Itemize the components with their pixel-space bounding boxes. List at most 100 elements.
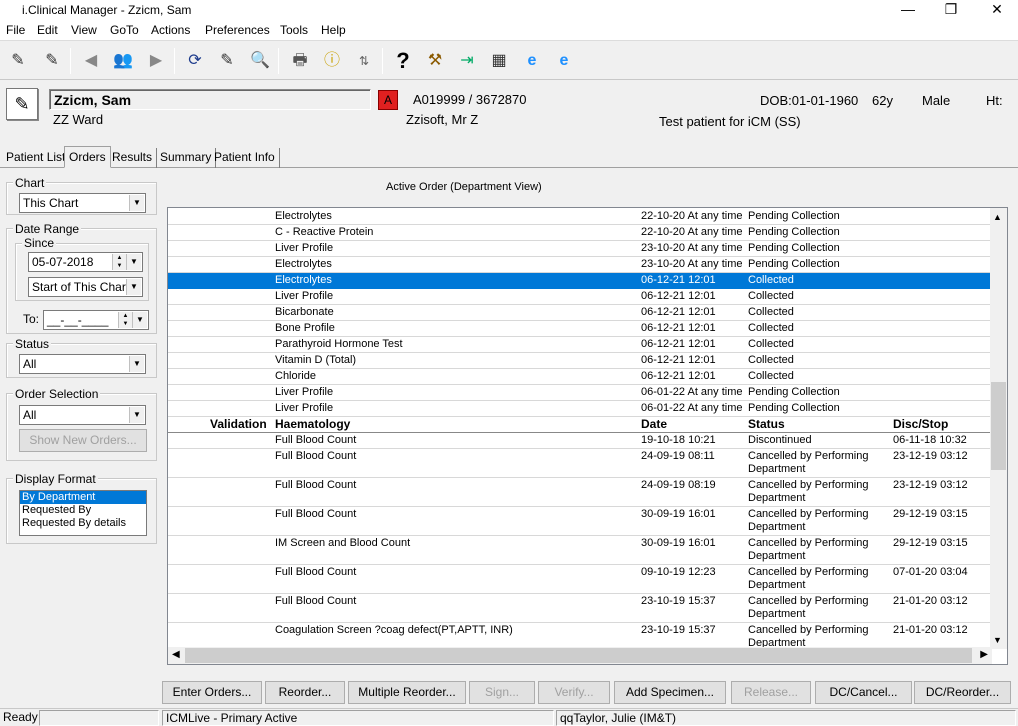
- spin-updown-icon[interactable]: ▲ ▼: [118, 312, 132, 328]
- order-selection-select[interactable]: All ▼: [19, 405, 146, 425]
- to-date-field[interactable]: __-__-____ ▲ ▼ ▼: [43, 310, 149, 330]
- menu-edit[interactable]: Edit: [37, 23, 58, 37]
- vertical-scrollbar[interactable]: ▲ ▼: [990, 208, 1007, 649]
- menu-goto[interactable]: GoTo: [110, 23, 139, 37]
- patients-group-icon[interactable]: 👥: [110, 48, 136, 74]
- since-label: Since: [22, 236, 57, 250]
- order-date: 22-10-20 At any time: [641, 210, 743, 222]
- minimize-button[interactable]: —: [894, 1, 922, 19]
- order-row[interactable]: Liver Profile 06-12-21 12:01 Collected: [168, 289, 992, 305]
- reorder-button[interactable]: Reorder...: [265, 681, 345, 704]
- patient-ids: A019999 / 3672870: [413, 92, 527, 107]
- menu-actions[interactable]: Actions: [151, 23, 190, 37]
- add-specimen-button[interactable]: Add Specimen...: [614, 681, 726, 704]
- order-row[interactable]: Vitamin D (Total) 06-12-21 12:01 Collected: [168, 353, 992, 369]
- since-date-field[interactable]: 05-07-2018 ▲ ▼ ▼: [28, 252, 143, 272]
- order-name: Full Blood Count: [275, 595, 357, 607]
- patient-age: 62y: [872, 93, 893, 108]
- orders-grid[interactable]: Electrolytes 22-10-20 At any time Pending …: [167, 207, 1008, 665]
- sign-button[interactable]: Sign...: [469, 681, 535, 704]
- order-row[interactable]: Liver Profile 06-01-22 At any time Pending…: [168, 385, 992, 401]
- tab-results[interactable]: Results: [108, 148, 158, 168]
- order-row[interactable]: C - Reactive Protein 22-10-20 At any time…: [168, 225, 992, 241]
- search-icon[interactable]: 🔍: [247, 48, 273, 74]
- display-option-requested-by-details[interactable]: Requested By details: [20, 517, 146, 530]
- order-status-line2: Department: [748, 521, 806, 533]
- enter-orders-button[interactable]: Enter Orders...: [162, 681, 262, 704]
- tab-summary[interactable]: Summary: [156, 148, 217, 168]
- sort-icon[interactable]: ⇅: [351, 48, 377, 74]
- order-row[interactable]: Full Blood Count 09-10-19 12:23 Cancelled …: [168, 565, 992, 594]
- order-row[interactable]: Full Blood Count 30-09-19 16:01 Cancelled …: [168, 507, 992, 536]
- dc-cancel-button[interactable]: DC/Cancel...: [815, 681, 912, 704]
- chevron-down-icon[interactable]: ▼: [993, 635, 1002, 645]
- order-name: Liver Profile: [275, 290, 334, 302]
- tools-icon[interactable]: ⚒: [422, 48, 448, 74]
- chart-select[interactable]: This Chart ▼: [19, 193, 146, 213]
- maximize-button[interactable]: ❐: [937, 1, 965, 19]
- order-row[interactable]: Electrolytes 06-12-21 12:01 Collected: [168, 273, 992, 289]
- previous-patient-icon[interactable]: ◀: [78, 48, 104, 74]
- refresh-icon[interactable]: ⟳: [182, 48, 208, 74]
- chevron-up-icon[interactable]: ▲: [993, 212, 1002, 222]
- order-row[interactable]: Electrolytes 22-10-20 At any time Pending …: [168, 209, 992, 225]
- menu-help[interactable]: Help: [321, 23, 346, 37]
- order-row[interactable]: Bone Profile 06-12-21 12:01 Collected: [168, 321, 992, 337]
- chevron-down-icon: ▼: [129, 195, 144, 211]
- verify-button[interactable]: Verify...: [538, 681, 610, 704]
- tab-patient-info[interactable]: Patient Info: [210, 148, 280, 168]
- order-row[interactable]: Full Blood Count 24-09-19 08:11 Cancelled …: [168, 449, 992, 478]
- order-row[interactable]: IM Screen and Blood Count 30-09-19 16:01 C…: [168, 536, 992, 565]
- dc-reorder-button[interactable]: DC/Reorder...: [914, 681, 1011, 704]
- multiple-reorder-button[interactable]: Multiple Reorder...: [348, 681, 466, 704]
- chevron-down-icon[interactable]: ▼: [132, 312, 147, 328]
- next-patient-icon[interactable]: ▶: [143, 48, 169, 74]
- since-mode-select[interactable]: Start of This Chart ▼: [28, 277, 143, 297]
- horizontal-scrollbar[interactable]: ◀ ▶: [168, 647, 992, 664]
- display-option-requested-by[interactable]: Requested By: [20, 504, 146, 517]
- order-row[interactable]: Full Blood Count 23-10-19 15:37 Cancelled …: [168, 594, 992, 623]
- display-format-list[interactable]: By Department Requested By Requested By …: [19, 490, 147, 536]
- order-row[interactable]: Coagulation Screen ?coag defect(PT,APTT,…: [168, 623, 992, 649]
- show-new-orders-button[interactable]: Show New Orders...: [19, 429, 147, 452]
- order-row[interactable]: Bicarbonate 06-12-21 12:01 Collected: [168, 305, 992, 321]
- calculator-icon[interactable]: ▦: [486, 48, 512, 74]
- edit-note-icon[interactable]: ✎: [214, 48, 240, 74]
- menu-view[interactable]: View: [71, 23, 97, 37]
- patient-notes-icon[interactable]: ✎: [6, 88, 38, 120]
- order-row[interactable]: Liver Profile 23-10-20 At any time Pending…: [168, 241, 992, 257]
- menu-file[interactable]: File: [6, 23, 25, 37]
- status-select[interactable]: All ▼: [19, 354, 146, 374]
- order-row[interactable]: Full Blood Count 19-10-18 10:21 Discontinu…: [168, 433, 992, 449]
- hscroll-thumb[interactable]: [185, 648, 972, 663]
- printer-icon[interactable]: 🖶: [287, 48, 313, 74]
- status-select-value: All: [23, 357, 37, 371]
- patient-chart-icon[interactable]: ✎: [39, 48, 65, 74]
- menu-tools[interactable]: Tools: [280, 23, 308, 37]
- exit-icon[interactable]: ⇥: [454, 48, 480, 74]
- chevron-down-icon[interactable]: ▼: [126, 254, 141, 270]
- order-row[interactable]: Liver Profile 06-01-22 At any time Pending…: [168, 401, 992, 417]
- release-button[interactable]: Release...: [731, 681, 811, 704]
- tab-patient-list[interactable]: Patient List: [2, 148, 71, 168]
- alert-badge[interactable]: A: [378, 90, 398, 110]
- browser-icon[interactable]: e: [519, 48, 545, 74]
- order-row[interactable]: Parathyroid Hormone Test 06-12-21 12:01 Co…: [168, 337, 992, 353]
- patient-list-icon[interactable]: ✎: [5, 48, 31, 74]
- info-icon[interactable]: ⓘ: [319, 48, 345, 74]
- chevron-right-icon[interactable]: ▶: [980, 649, 988, 660]
- order-row[interactable]: Chloride 06-12-21 12:01 Collected: [168, 369, 992, 385]
- display-option-by-department[interactable]: By Department: [20, 491, 146, 504]
- order-date: 06-12-21 12:01: [641, 322, 716, 334]
- spin-updown-icon[interactable]: ▲ ▼: [112, 254, 126, 270]
- browser-2-icon[interactable]: e: [551, 48, 577, 74]
- help-icon[interactable]: ?: [390, 48, 416, 74]
- chevron-left-icon[interactable]: ◀: [172, 649, 180, 660]
- close-button[interactable]: ✕: [983, 1, 1011, 19]
- menu-preferences[interactable]: Preferences: [205, 23, 270, 37]
- grid-title: Active Order (Department View): [386, 181, 542, 193]
- order-row[interactable]: Electrolytes 23-10-20 At any time Pending …: [168, 257, 992, 273]
- order-row[interactable]: Full Blood Count 24-09-19 08:19 Cancelled …: [168, 478, 992, 507]
- scroll-thumb[interactable]: [991, 382, 1006, 470]
- tab-orders[interactable]: Orders: [64, 146, 111, 168]
